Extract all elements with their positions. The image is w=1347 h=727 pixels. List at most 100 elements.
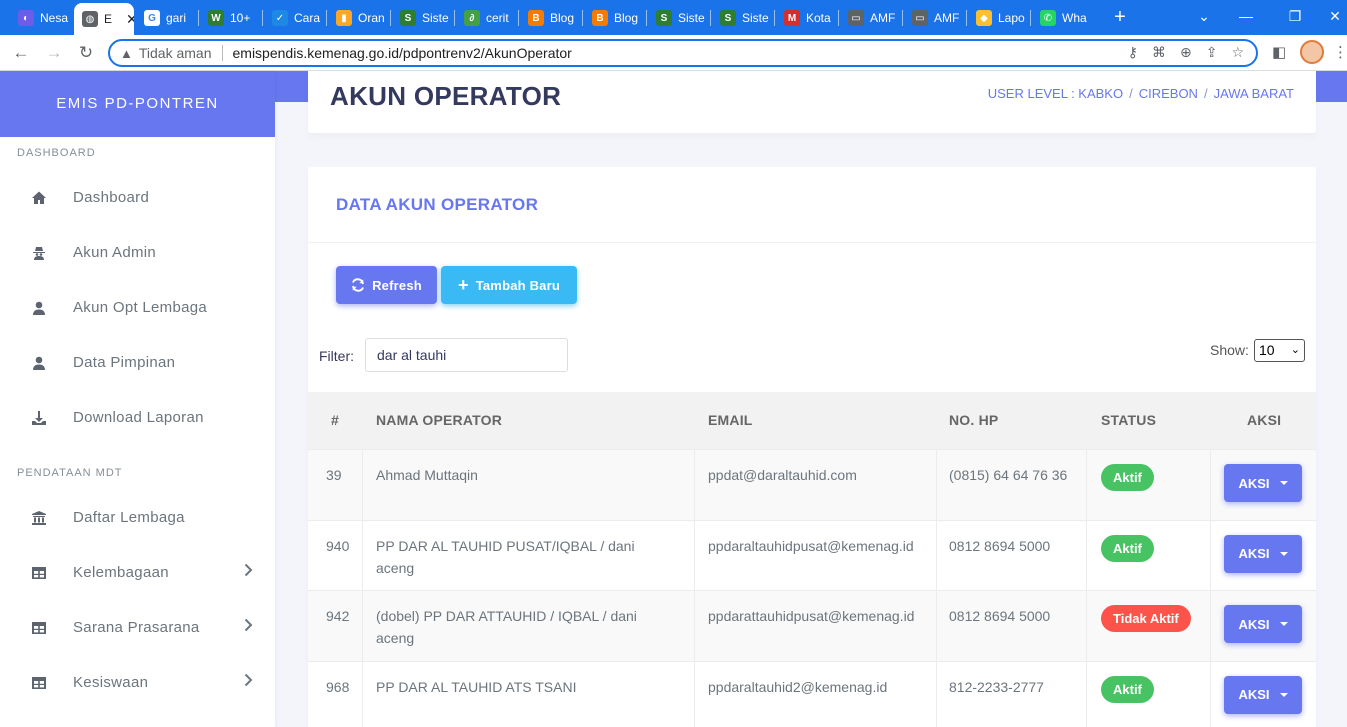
forward-icon[interactable]: → [42, 41, 66, 65]
zoom-icon[interactable]: ⊕ [1180, 44, 1192, 61]
tab-label: 10+ [230, 11, 251, 25]
address-bar: ← → ↻ ▲ Tidak aman emispendis.kemenag.go… [0, 35, 1347, 71]
sidebar-item-label: Dashboard [73, 189, 150, 206]
cell-phone: 812-2233-2777 [949, 678, 1044, 695]
reload-icon[interactable]: ↻ [74, 41, 98, 65]
column-divider [694, 661, 695, 727]
sidebar-section-header: PENDATAAN MDT [17, 467, 123, 479]
url-text: emispendis.kemenag.go.id/pdpontrenv2/Aku… [232, 45, 572, 61]
brand-logo-text[interactable]: EMIS PD-PONTREN [0, 71, 275, 137]
column-header-action[interactable]: AKSI [1247, 412, 1281, 428]
browser-tab[interactable]: W 10+ [200, 5, 260, 31]
browser-tab[interactable]: B Blog [584, 5, 644, 31]
tab-separator [326, 10, 327, 26]
browser-tab[interactable]: Ggari [136, 5, 196, 31]
action-dropdown-button[interactable]: AKSI [1224, 675, 1302, 714]
browser-tab[interactable]: B Blog [520, 5, 580, 31]
tab-favicon-icon: ▭ [912, 10, 928, 26]
tab-favicon-icon: W [208, 10, 224, 26]
tab-separator [838, 10, 839, 26]
column-divider [1086, 661, 1087, 727]
caret-down-icon [1279, 692, 1288, 697]
filter-label: Filter: [319, 348, 354, 364]
cell-operator-name: (dobel) PP DAR ATTAUHID / IQBAL / dani a… [376, 608, 637, 646]
browser-tab[interactable]: ∂ cerit [456, 5, 516, 31]
browser-tab[interactable]: ◆ Lapo [968, 5, 1028, 31]
breadcrumb-city[interactable]: CIREBON [1139, 86, 1198, 101]
browser-tab[interactable]: ✓ Cara [264, 5, 324, 31]
browser-tab[interactable]: ▭ AMF [904, 5, 964, 31]
add-new-label: Tambah Baru [475, 277, 561, 293]
browser-tab[interactable]: S Siste [712, 5, 772, 31]
minimize-icon[interactable]: — [1234, 4, 1258, 28]
tab-separator [390, 10, 391, 26]
browser-tab[interactable]: M Kota [776, 5, 836, 31]
tab-favicon-icon: ◍ [82, 11, 98, 27]
browser-tab[interactable]: S Siste [392, 5, 452, 31]
menu-kebab-icon[interactable]: ⋮ [1333, 43, 1347, 61]
breadcrumb-user-level[interactable]: USER LEVEL : KABKO [988, 86, 1123, 101]
status-badge: Aktif [1101, 534, 1154, 562]
url-field[interactable]: ▲ Tidak aman emispendis.kemenag.go.id/pd… [108, 39, 1258, 67]
sidebar-item-akun-opt-lembaga[interactable]: Akun Opt Lembaga [0, 280, 275, 335]
new-tab-button[interactable]: + [1110, 5, 1130, 29]
browser-tab[interactable]: S Siste [648, 5, 708, 31]
browser-tab[interactable]: ▮ Oran [328, 5, 388, 31]
sidebar-item-sarana-prasarana[interactable]: Sarana Prasarana [0, 600, 275, 655]
sidebar-item-label: Akun Admin [73, 244, 157, 261]
column-header-number[interactable]: # [331, 412, 339, 428]
bookmark-star-icon[interactable]: ☆ [1231, 44, 1244, 61]
sidebar-item-data-pimpinan[interactable]: Data Pimpinan [0, 335, 275, 390]
restore-icon[interactable]: ❐ [1283, 4, 1307, 28]
back-icon[interactable]: ← [9, 41, 33, 65]
tab-label: AMF [934, 11, 960, 25]
share-icon[interactable]: ⇪ [1206, 44, 1218, 61]
sidebar-item-dashboard[interactable]: Dashboard [0, 170, 275, 225]
sidebar-item-akun-admin[interactable]: Akun Admin [0, 225, 275, 280]
tab-favicon-icon: ◆ [976, 10, 992, 26]
tab-favicon-icon: B [592, 10, 608, 26]
tab-label: Kota [806, 11, 831, 25]
profile-avatar[interactable] [1300, 40, 1324, 64]
tab-favicon-icon: S [656, 10, 672, 26]
column-header-email[interactable]: EMAIL [708, 412, 753, 428]
refresh-button[interactable]: Refresh [336, 266, 437, 304]
browser-tab[interactable]: ▭ AMF [840, 5, 900, 31]
side-panel-icon[interactable]: ◧ [1272, 43, 1286, 61]
sidebar-item-label: Download Laporan [73, 409, 204, 426]
tab-favicon-icon: ▭ [848, 10, 864, 26]
action-label: AKSI [1238, 546, 1270, 561]
tab-search-icon[interactable]: ⌄ [1192, 4, 1216, 28]
browser-tab[interactable]: ✆ Wha [1032, 5, 1090, 31]
column-header-status[interactable]: STATUS [1101, 412, 1156, 428]
tab-label: cerit [486, 11, 509, 25]
key-icon[interactable]: ⚷ [1128, 44, 1138, 61]
tab-label: Wha [1062, 11, 1087, 25]
sidebar-item-download-laporan[interactable]: Download Laporan [0, 390, 275, 445]
page-size-select[interactable]: 10 ⌄ [1254, 339, 1305, 362]
sidebar-item-daftar-lembaga[interactable]: Daftar Lembaga [0, 490, 275, 545]
column-divider [1086, 450, 1087, 520]
browser-tab-bar: + ⌄ — ❐ ✕ ◐ Nesa ◍ E ✕ Ggari W 10+ ✓ Cara ▮ Oran S Si… [0, 0, 1347, 35]
browser-tab[interactable]: ◐ Nesa [10, 5, 68, 31]
data-card: DATA AKUN OPERATOR Refresh + Tambah Baru… [308, 167, 1316, 727]
filter-input[interactable] [365, 338, 568, 372]
sidebar-item-kelembagaan[interactable]: Kelembagaan [0, 545, 275, 600]
translate-icon[interactable]: ⌘ [1152, 44, 1166, 61]
breadcrumb-province[interactable]: JAWA BARAT [1214, 86, 1294, 101]
sidebar-item-kesiswaan[interactable]: Kesiswaan [0, 655, 275, 710]
chevron-right-icon [244, 563, 253, 580]
action-label: AKSI [1238, 475, 1270, 491]
show-label: Show: [1210, 342, 1249, 358]
action-dropdown-button[interactable]: AKSI [1224, 534, 1302, 573]
action-dropdown-button[interactable]: AKSI [1224, 464, 1302, 502]
security-label: Tidak aman [138, 45, 212, 61]
column-header-phone[interactable]: NO. HP [949, 412, 998, 428]
browser-tab-active[interactable]: ◍ E ✕ [74, 3, 134, 35]
close-window-icon[interactable]: ✕ [1323, 4, 1347, 28]
action-dropdown-button[interactable]: AKSI [1224, 605, 1302, 643]
tab-label: AMF [870, 11, 896, 25]
close-tab-icon[interactable]: ✕ [126, 11, 134, 28]
column-header-name[interactable]: NAMA OPERATOR [376, 412, 502, 428]
add-new-button[interactable]: + Tambah Baru [441, 266, 577, 304]
